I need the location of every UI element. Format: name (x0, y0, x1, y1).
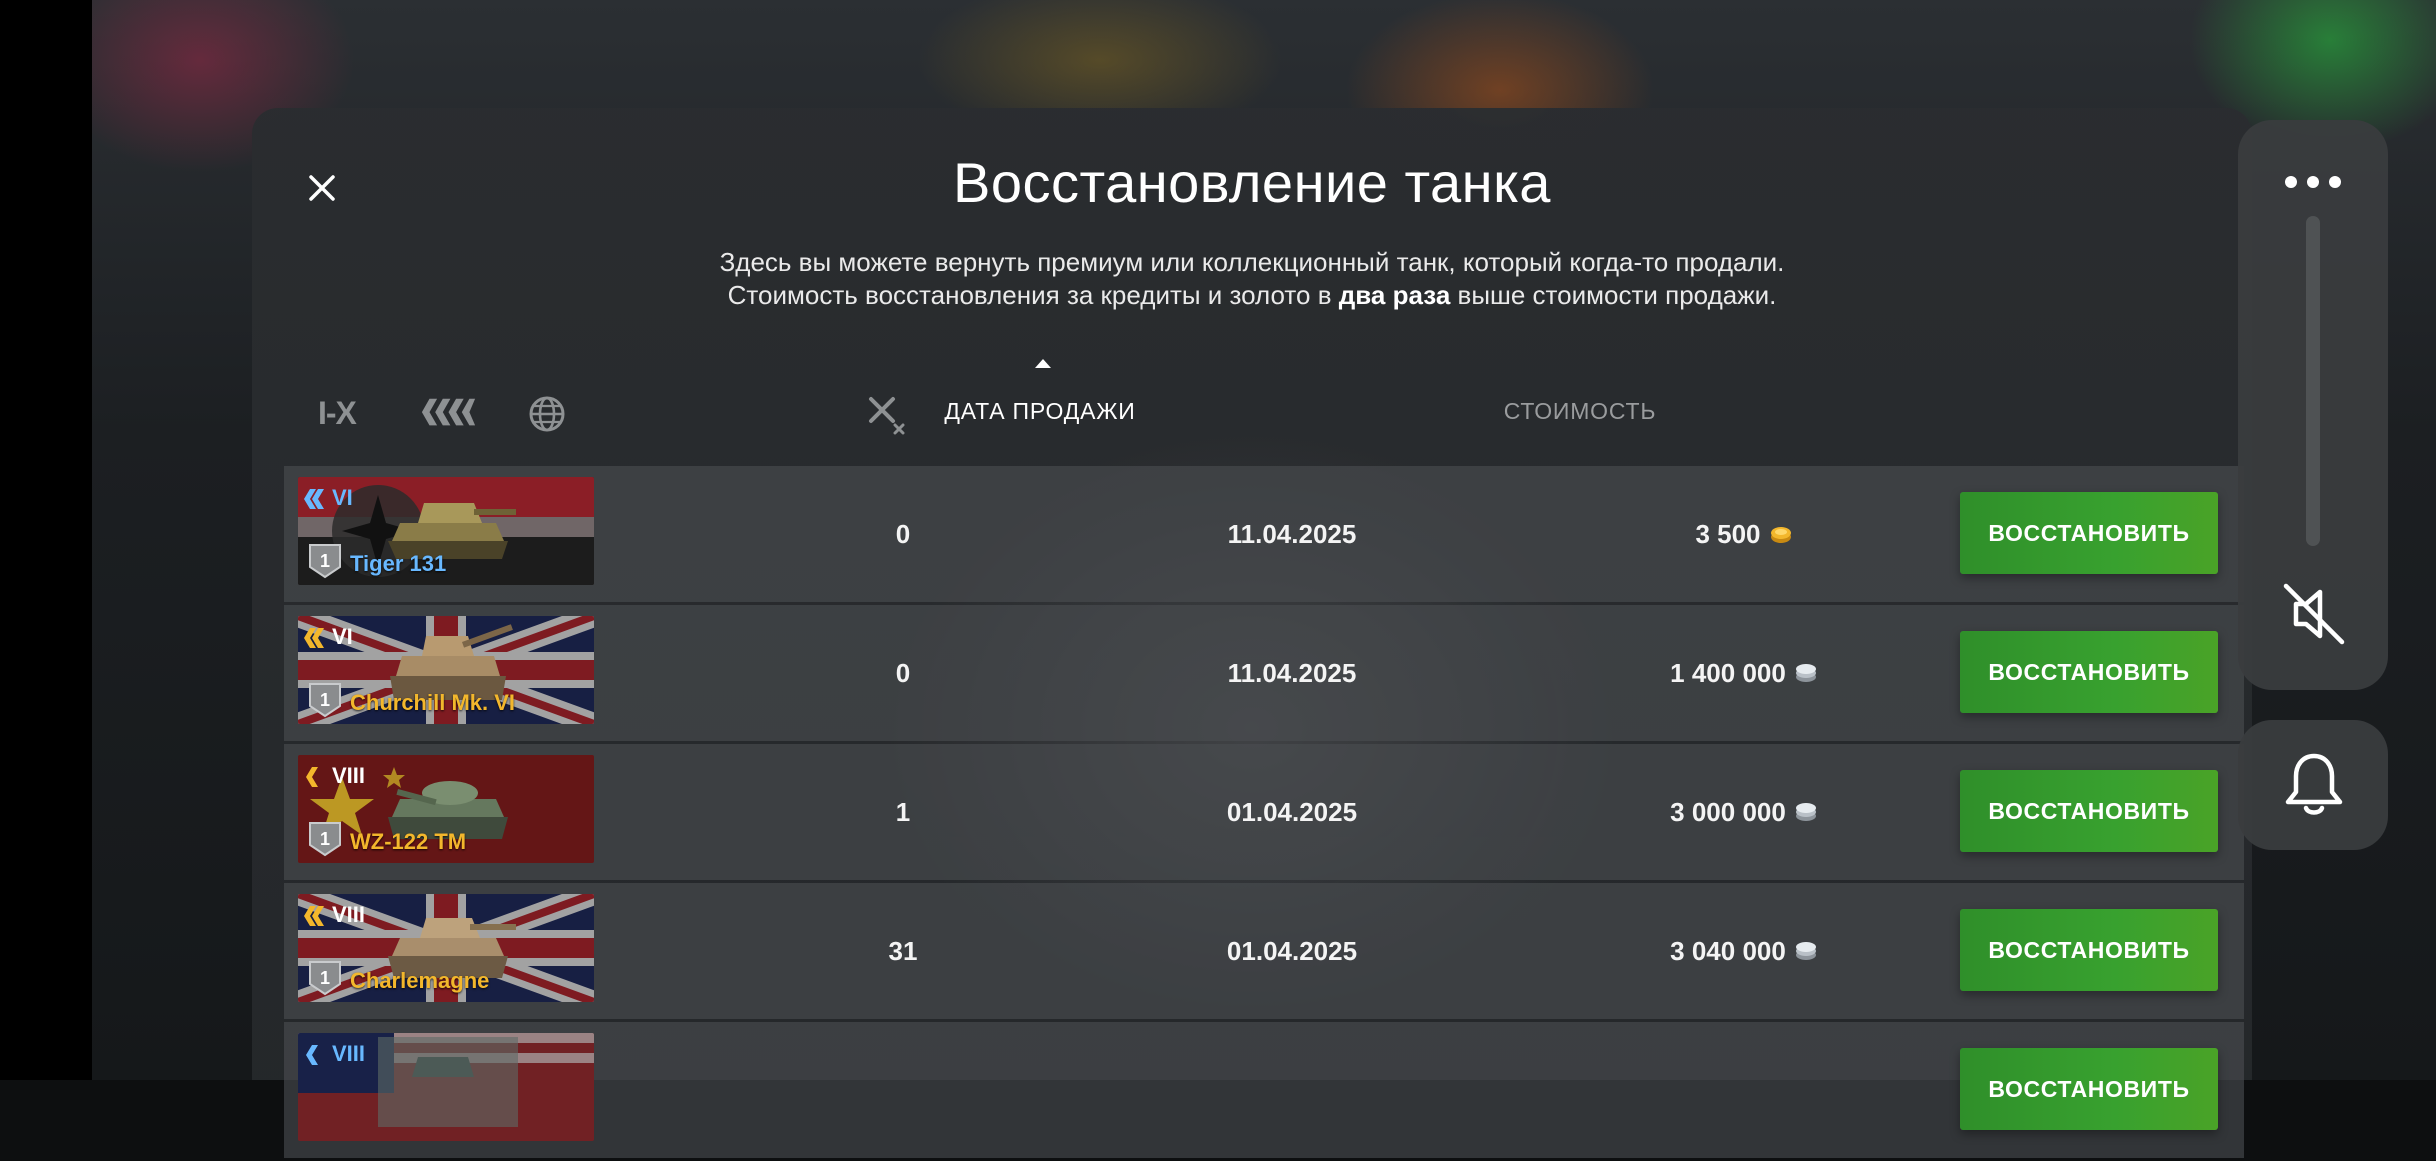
volume-slider[interactable] (2306, 216, 2320, 546)
tank-image (378, 1037, 518, 1127)
nation-filter[interactable] (528, 391, 566, 437)
table-row: VIII 1 WZ-122 TM 1 01.04.2025 3 000 000 … (284, 744, 2244, 880)
mastery-badge-icon: 1 (309, 822, 341, 857)
tier-filter-label: I-X (318, 394, 357, 431)
tank-card[interactable]: VIII 1 WZ-122 TM (298, 755, 594, 863)
medium-tank-class-icon (306, 1045, 318, 1065)
sort-ascending-icon (1035, 359, 1051, 368)
cost-value: 1 400 000 (1670, 657, 1786, 688)
tank-type-icon (421, 398, 476, 426)
credits-coin-icon (1795, 664, 1816, 682)
more-options-button[interactable] (2278, 162, 2348, 202)
table-row: VIII ВОССТАНОВИТЬ (284, 1022, 2244, 1158)
restore-button[interactable]: ВОССТАНОВИТЬ (1960, 1048, 2218, 1130)
tank-card[interactable]: VIII 1 Charlemagne (298, 894, 594, 1002)
tank-tier: VIII (332, 1041, 366, 1066)
restore-cost: 3 040 000 (1494, 883, 1994, 1019)
gold-coin-icon (1770, 527, 1791, 543)
credits-coin-icon (1795, 803, 1816, 821)
description-line-1: Здесь вы можете вернуть премиум или колл… (719, 247, 1785, 277)
medium-tank-class-icon (306, 767, 318, 787)
tank-tier: VI (332, 485, 353, 510)
globe-icon (529, 396, 565, 432)
svg-text:1: 1 (320, 968, 330, 988)
description-line-2: Стоимость восстановления за кредиты и зо… (252, 279, 2252, 312)
restore-cost: 3 000 000 (1494, 744, 1994, 880)
bell-icon (2285, 753, 2343, 815)
tank-tier: VI (332, 624, 353, 649)
restore-cost: 3 500 (1494, 466, 1994, 602)
cost-value: 3 500 (1695, 518, 1761, 549)
heavy-tank-class-icon (304, 906, 324, 926)
description-text: Стоимость восстановления за кредиты и зо… (727, 280, 1339, 310)
battles-count: 1 (895, 796, 911, 827)
heavy-tank-class-icon (304, 628, 324, 648)
tank-list: VI 1 Tiger 131 0 11.04.2025 3 500 ВОССТА… (284, 466, 2244, 1161)
notification-panel (2238, 720, 2388, 850)
mastery-badge-icon: 1 (309, 683, 341, 718)
sale-date-header-label: ДАТА ПРОДАЖИ (944, 398, 1136, 424)
speaker-muted-icon (2283, 583, 2345, 645)
tier-filter[interactable]: I-X (318, 390, 357, 436)
svg-text:1: 1 (320, 829, 330, 849)
tank-name: Charlemagne (350, 968, 490, 993)
tank-name: WZ-122 TM (350, 829, 467, 854)
sale-date-column-header[interactable]: ДАТА ПРОДАЖИ (840, 359, 1240, 425)
sale-date: 11.04.2025 (1227, 518, 1357, 549)
svg-text:1: 1 (320, 551, 330, 571)
credits-coin-icon (1795, 942, 1816, 960)
tank-tier: VIII (332, 902, 366, 927)
tank-card[interactable]: VI 1 Churchill Mk. VI (298, 616, 594, 724)
cost-value: 3 000 000 (1670, 796, 1786, 827)
battles-count: 31 (888, 935, 918, 966)
restore-button[interactable]: ВОССТАНОВИТЬ (1960, 492, 2218, 574)
more-dots-icon (2285, 176, 2341, 188)
battles-count: 0 (895, 657, 911, 688)
cost-value: 3 040 000 (1670, 935, 1786, 966)
cost-column-header[interactable]: СТОИМОСТЬ (1380, 398, 1780, 425)
restore-button[interactable]: ВОССТАНОВИТЬ (1960, 770, 2218, 852)
sale-date: 01.04.2025 (1226, 935, 1358, 966)
description-text: выше стоимости продажи. (1450, 280, 1777, 310)
restore-button[interactable]: ВОССТАНОВИТЬ (1960, 909, 2218, 991)
restore-cost: 1 400 000 (1494, 605, 1994, 741)
dialog-title: Восстановление танка (953, 151, 1551, 214)
svg-text:1: 1 (320, 690, 330, 710)
restore-button[interactable]: ВОССТАНОВИТЬ (1960, 631, 2218, 713)
tank-card[interactable]: VI 1 Tiger 131 (298, 477, 594, 585)
sale-date: 11.04.2025 (1227, 657, 1357, 688)
tank-tier: VIII (332, 763, 366, 788)
notifications-button[interactable] (2278, 748, 2350, 820)
side-control-panel (2238, 120, 2388, 690)
mastery-badge-icon: 1 (309, 544, 341, 579)
sale-date: 01.04.2025 (1226, 796, 1358, 827)
heavy-tank-class-icon (304, 489, 324, 509)
description-bold: два раза (1338, 280, 1451, 310)
tank-card[interactable]: VIII (298, 1033, 594, 1141)
screen-edge (0, 0, 92, 1080)
table-row: VI 1 Tiger 131 0 11.04.2025 3 500 ВОССТА… (284, 466, 2244, 602)
table-row: VIII 1 Charlemagne 31 01.04.2025 3 040 0… (284, 883, 2244, 1019)
tank-name: Tiger 131 (350, 551, 447, 576)
table-row: VI 1 Churchill Mk. VI 0 11.04.2025 1 400… (284, 605, 2244, 741)
battles-count: 0 (895, 518, 911, 549)
dialog-description: Здесь вы можете вернуть премиум или колл… (252, 246, 2252, 312)
mute-button[interactable] (2278, 578, 2350, 650)
type-filter[interactable] (420, 390, 476, 436)
mastery-badge-icon: 1 (309, 961, 341, 996)
tank-name: Churchill Mk. VI (350, 690, 516, 715)
